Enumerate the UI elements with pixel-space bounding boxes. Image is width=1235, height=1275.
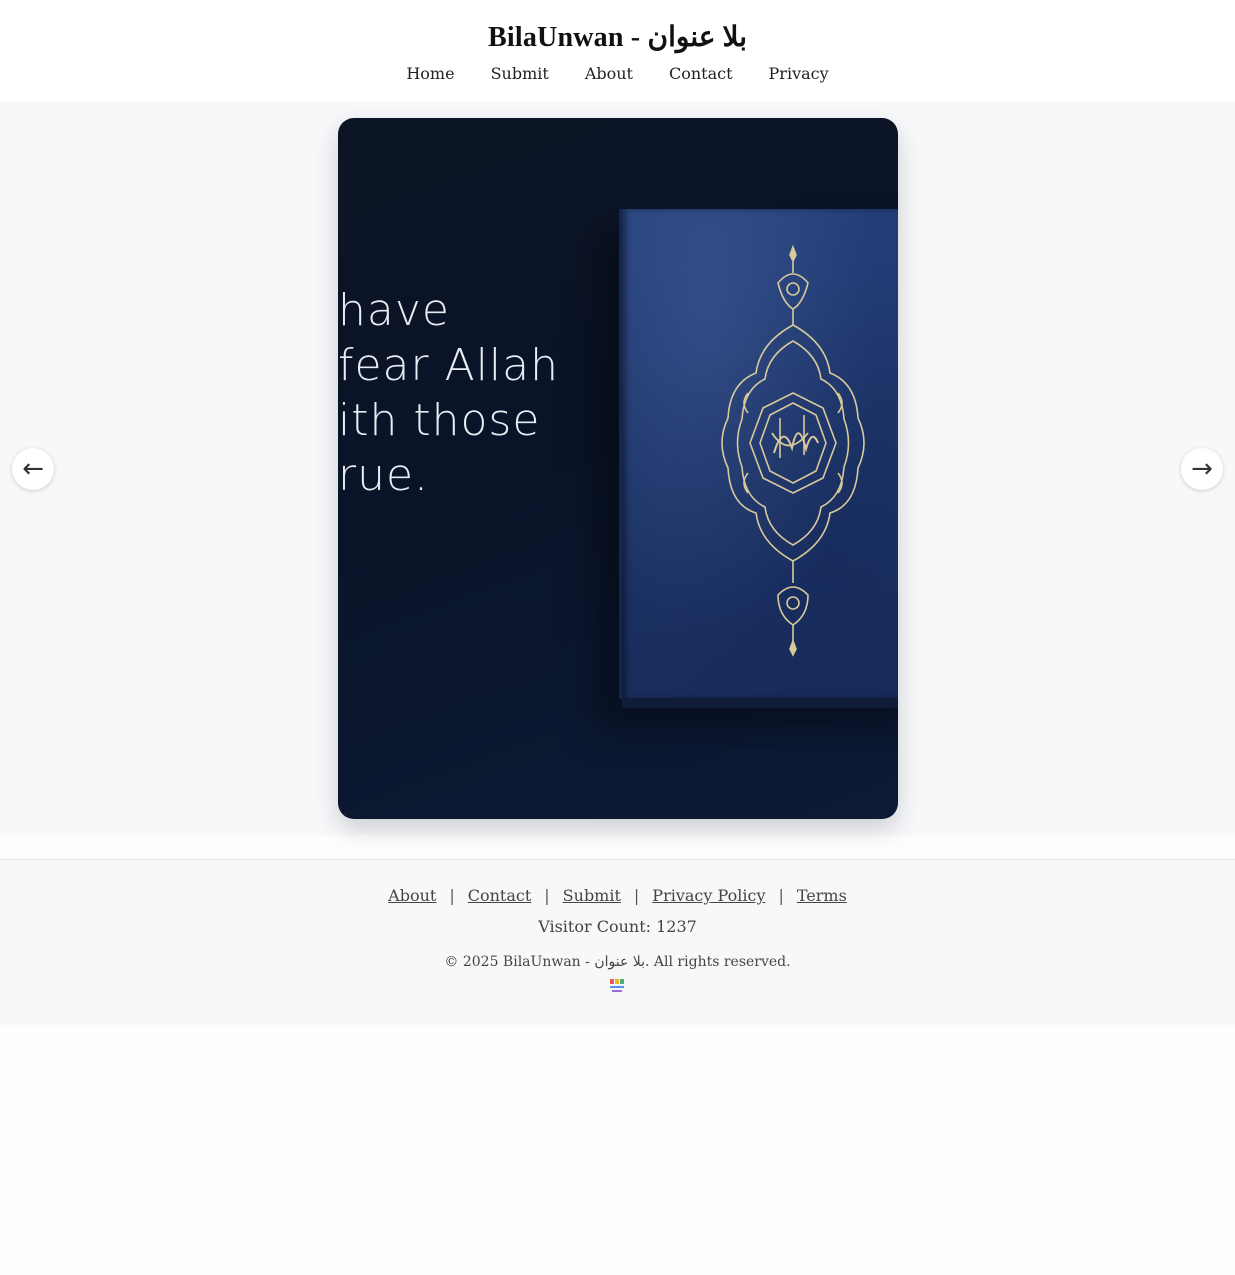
footer-terms-link[interactable]: Terms bbox=[797, 886, 847, 905]
footer-separator: | bbox=[778, 886, 784, 905]
nav-about-link[interactable]: About bbox=[585, 64, 633, 83]
site-header: BilaUnwan - بلا عنوان Home Submit About … bbox=[0, 0, 1235, 102]
copyright-notice: © 2025 BilaUnwan - بلا عنوان. All rights… bbox=[444, 954, 791, 970]
footer-submit-link[interactable]: Submit bbox=[563, 886, 621, 905]
nav-contact-link[interactable]: Contact bbox=[669, 64, 733, 83]
arrow-left-icon: ← bbox=[22, 454, 44, 484]
next-slide-button[interactable]: → bbox=[1181, 448, 1223, 490]
footer-separator: | bbox=[449, 886, 455, 905]
slide-quote-text: have fear Allah ith those rue. bbox=[338, 285, 559, 501]
site-title: BilaUnwan - بلا عنوان bbox=[487, 22, 747, 53]
arrow-right-icon: → bbox=[1191, 454, 1213, 484]
footer-links: About | Contact | Submit | Privacy Polic… bbox=[0, 886, 1235, 905]
book-edge bbox=[622, 698, 898, 708]
previous-slide-button[interactable]: ← bbox=[12, 448, 54, 490]
main-nav: Home Submit About Contact Privacy bbox=[0, 64, 1235, 83]
footer-contact-link[interactable]: Contact bbox=[468, 886, 532, 905]
footer-about-link[interactable]: About bbox=[388, 886, 436, 905]
slide-image-card: have fear Allah ith those rue. bbox=[338, 118, 898, 819]
footer-privacy-policy-link[interactable]: Privacy Policy bbox=[652, 886, 765, 905]
image-slider: ← have fear Allah ith those rue. → bbox=[0, 102, 1235, 835]
nav-home-link[interactable]: Home bbox=[406, 64, 454, 83]
site-badge-icon bbox=[609, 979, 624, 992]
footer-separator: | bbox=[544, 886, 550, 905]
calligraphy-ornament-icon bbox=[721, 244, 865, 657]
nav-privacy-link[interactable]: Privacy bbox=[769, 64, 829, 83]
site-footer: About | Contact | Submit | Privacy Polic… bbox=[0, 859, 1235, 1025]
visitor-count: Visitor Count: 1237 bbox=[538, 917, 697, 936]
nav-submit-link[interactable]: Submit bbox=[491, 64, 549, 83]
section-spacer bbox=[0, 835, 1235, 859]
footer-separator: | bbox=[633, 886, 640, 905]
